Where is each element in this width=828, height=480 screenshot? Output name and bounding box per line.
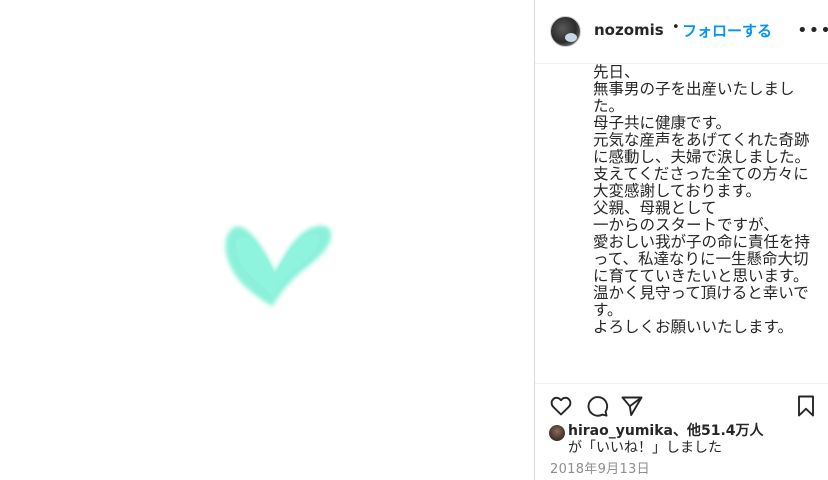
post-date[interactable]: 2018年9月13日 bbox=[550, 458, 650, 477]
bookmark-icon[interactable] bbox=[794, 394, 818, 418]
action-bar bbox=[535, 392, 828, 422]
avatar[interactable] bbox=[550, 16, 581, 47]
likes-count-link[interactable]: 51.4万人 bbox=[701, 423, 764, 439]
liker-avatar[interactable] bbox=[549, 425, 565, 441]
separator-dot: • bbox=[672, 20, 680, 35]
comment-icon[interactable] bbox=[585, 394, 609, 418]
more-options-icon[interactable]: ••• bbox=[797, 20, 828, 41]
likes-tail-text: が「いいね！」しました bbox=[568, 440, 722, 456]
post-header: nozomis • フォローする ••• bbox=[535, 0, 828, 64]
liker-username-link[interactable]: hirao_yumika bbox=[568, 423, 673, 439]
heart-drawing bbox=[225, 225, 332, 306]
post-sidebar: nozomis • フォローする ••• 先日、 無事男の子を出産いたしました。… bbox=[534, 0, 828, 480]
post-caption: 先日、 無事男の子を出産いたしました。 母子共に健康です。 元気な産声をあげてく… bbox=[593, 64, 811, 336]
likes-line: hirao_yumika、他51.4万人 bbox=[568, 423, 764, 439]
username-link[interactable]: nozomis bbox=[594, 21, 664, 39]
follow-button[interactable]: フォローする bbox=[682, 20, 772, 41]
divider bbox=[535, 383, 828, 384]
share-icon[interactable] bbox=[620, 394, 644, 418]
post-media[interactable] bbox=[0, 0, 534, 480]
likes-joiner: 、他 bbox=[672, 423, 701, 439]
heart-outline-icon[interactable] bbox=[549, 394, 573, 418]
